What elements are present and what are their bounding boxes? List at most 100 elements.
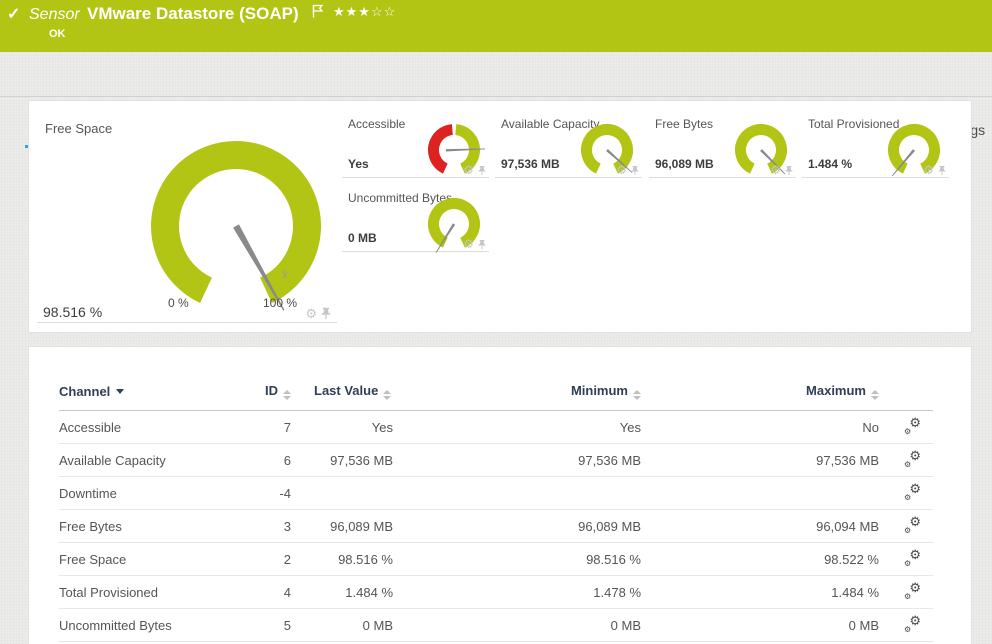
channel-id: 5 <box>231 609 291 642</box>
col-header-minimum[interactable]: Minimum <box>393 375 641 411</box>
sensor-header: ✓ Sensor VMware Datastore (SOAP) ★★★☆☆ O… <box>0 0 992 52</box>
channel-last-value: Yes <box>291 411 393 444</box>
gauge-tile-free-bytes[interactable]: Free Bytes 96,089 MB ⚙ <box>649 113 796 178</box>
channel-settings-icon[interactable]: ⚙⚙ <box>904 616 921 632</box>
channel-name: Available Capacity <box>59 444 231 477</box>
gauge-settings-gear-icon[interactable]: ⚙ <box>463 238 474 250</box>
col-header-last-value[interactable]: Last Value <box>291 375 393 411</box>
gauge-label: Free Bytes <box>655 117 713 131</box>
table-row: Accessible 7 Yes Yes No ⚙⚙ <box>59 411 933 444</box>
channel-id: 2 <box>231 543 291 576</box>
channel-name: Total Provisioned <box>59 576 231 609</box>
gauge-max-label: 100 % <box>263 296 297 310</box>
channels-panel: Channel ID Last Value Minimum Maximum Ac… <box>28 346 972 644</box>
table-row: Available Capacity 6 97,536 MB 97,536 MB… <box>59 444 933 477</box>
channel-name: Downtime <box>59 477 231 510</box>
channel-name: Free Bytes <box>59 510 231 543</box>
gauge-min-label: 0 % <box>168 296 189 310</box>
status-ok-icon: ✓ <box>7 4 20 24</box>
sensor-kind-label: Sensor <box>29 6 80 24</box>
channel-settings-icon[interactable]: ⚙⚙ <box>904 418 921 434</box>
table-row: Free Bytes 3 96,089 MB 96,089 MB 96,094 … <box>59 510 933 543</box>
channel-name: Uncommitted Bytes <box>59 609 231 642</box>
gauge-value: 96,089 MB <box>655 157 714 171</box>
gauge-value: 0 MB <box>348 231 377 245</box>
sensor-title: VMware Datastore (SOAP) <box>87 4 299 24</box>
free-space-gauge <box>136 126 336 326</box>
gauges-panel: Free Space x̄ 0 % 100 % 98.516 % ⚙ Acces <box>28 100 972 333</box>
stars-empty-icon: ☆☆ <box>371 4 396 19</box>
gauge-value: 97,536 MB <box>501 157 560 171</box>
channels-table: Channel ID Last Value Minimum Maximum Ac… <box>59 375 933 642</box>
sort-icon <box>871 390 879 400</box>
pin-icon[interactable] <box>785 165 793 176</box>
pin-icon[interactable] <box>321 307 331 320</box>
channel-settings-icon[interactable]: ⚙⚙ <box>904 484 921 500</box>
channel-last-value <box>291 477 393 510</box>
pin-icon[interactable] <box>938 165 946 176</box>
gauge-value: 98.516 % <box>43 304 102 320</box>
channel-maximum: 97,536 MB <box>641 444 879 477</box>
channel-id: 6 <box>231 444 291 477</box>
stars-filled-icon: ★★★ <box>333 4 371 19</box>
channel-maximum: No <box>641 411 879 444</box>
sort-icon <box>283 390 291 400</box>
gauge-tile-accessible[interactable]: Accessible Yes ⚙ <box>342 113 489 178</box>
gauge-settings-gear-icon[interactable]: ⚙ <box>923 164 934 176</box>
channel-maximum: 98.522 % <box>641 543 879 576</box>
col-header-channel[interactable]: Channel <box>59 375 231 411</box>
col-header-maximum[interactable]: Maximum <box>641 375 879 411</box>
table-row: Free Space 2 98.516 % 98.516 % 98.522 % … <box>59 543 933 576</box>
table-row: Uncommitted Bytes 5 0 MB 0 MB 0 MB ⚙⚙ <box>59 609 933 642</box>
channel-minimum <box>393 477 641 510</box>
flag-icon[interactable] <box>312 4 324 24</box>
priority-stars[interactable]: ★★★☆☆ <box>333 4 396 20</box>
channel-maximum <box>641 477 879 510</box>
gauge-tile-available-capacity[interactable]: Available Capacity 97,536 MB ⚙ <box>495 113 642 178</box>
channel-minimum: 96,089 MB <box>393 510 641 543</box>
prtg-sensor-page: ✓ Sensor VMware Datastore (SOAP) ★★★☆☆ O… <box>0 0 992 644</box>
gauge-value: Yes <box>348 157 369 171</box>
channel-maximum: 1.484 % <box>641 576 879 609</box>
gauge-tile-free-space[interactable]: Free Space x̄ 0 % 100 % 98.516 % ⚙ <box>37 111 337 323</box>
channel-last-value: 1.484 % <box>291 576 393 609</box>
channel-settings-icon[interactable]: ⚙⚙ <box>904 451 921 467</box>
channel-minimum: 97,536 MB <box>393 444 641 477</box>
channel-last-value: 0 MB <box>291 609 393 642</box>
sort-desc-icon <box>116 389 124 394</box>
channel-settings-icon[interactable]: ⚙⚙ <box>904 550 921 566</box>
gauge-tile-total-provisioned[interactable]: Total Provisioned 1.484 % ⚙ <box>802 113 949 178</box>
channel-minimum: 0 MB <box>393 609 641 642</box>
channel-name: Free Space <box>59 543 231 576</box>
gauge-settings-gear-icon[interactable]: ⚙ <box>463 164 474 176</box>
channel-settings-icon[interactable]: ⚙⚙ <box>904 517 921 533</box>
channel-minimum: 1.478 % <box>393 576 641 609</box>
channel-id: -4 <box>231 477 291 510</box>
gauge-label: Free Space <box>45 121 112 136</box>
sort-icon <box>633 390 641 400</box>
channel-last-value: 96,089 MB <box>291 510 393 543</box>
channel-last-value: 97,536 MB <box>291 444 393 477</box>
gauge-settings-gear-icon[interactable]: ⚙ <box>616 164 627 176</box>
channel-id: 7 <box>231 411 291 444</box>
gauge-value: 1.484 % <box>808 157 852 171</box>
col-header-settings <box>879 375 933 411</box>
gauge-settings-gear-icon[interactable]: ⚙ <box>305 307 317 320</box>
channel-id: 3 <box>231 510 291 543</box>
pin-icon[interactable] <box>478 239 486 250</box>
channel-last-value: 98.516 % <box>291 543 393 576</box>
channel-name: Accessible <box>59 411 231 444</box>
channel-minimum: Yes <box>393 411 641 444</box>
gauge-settings-gear-icon[interactable]: ⚙ <box>770 164 781 176</box>
pin-icon[interactable] <box>631 165 639 176</box>
channel-settings-icon[interactable]: ⚙⚙ <box>904 583 921 599</box>
table-header-row: Channel ID Last Value Minimum Maximum <box>59 375 933 411</box>
col-header-id[interactable]: ID <box>231 375 291 411</box>
status-badge: OK <box>49 28 66 40</box>
gauge-tile-uncommitted-bytes[interactable]: Uncommitted Bytes 0 MB ⚙ <box>342 187 489 252</box>
channel-maximum: 96,094 MB <box>641 510 879 543</box>
table-row: Downtime -4 ⚙⚙ <box>59 477 933 510</box>
pin-icon[interactable] <box>478 165 486 176</box>
gauge-label: Accessible <box>348 117 405 131</box>
channel-minimum: 98.516 % <box>393 543 641 576</box>
